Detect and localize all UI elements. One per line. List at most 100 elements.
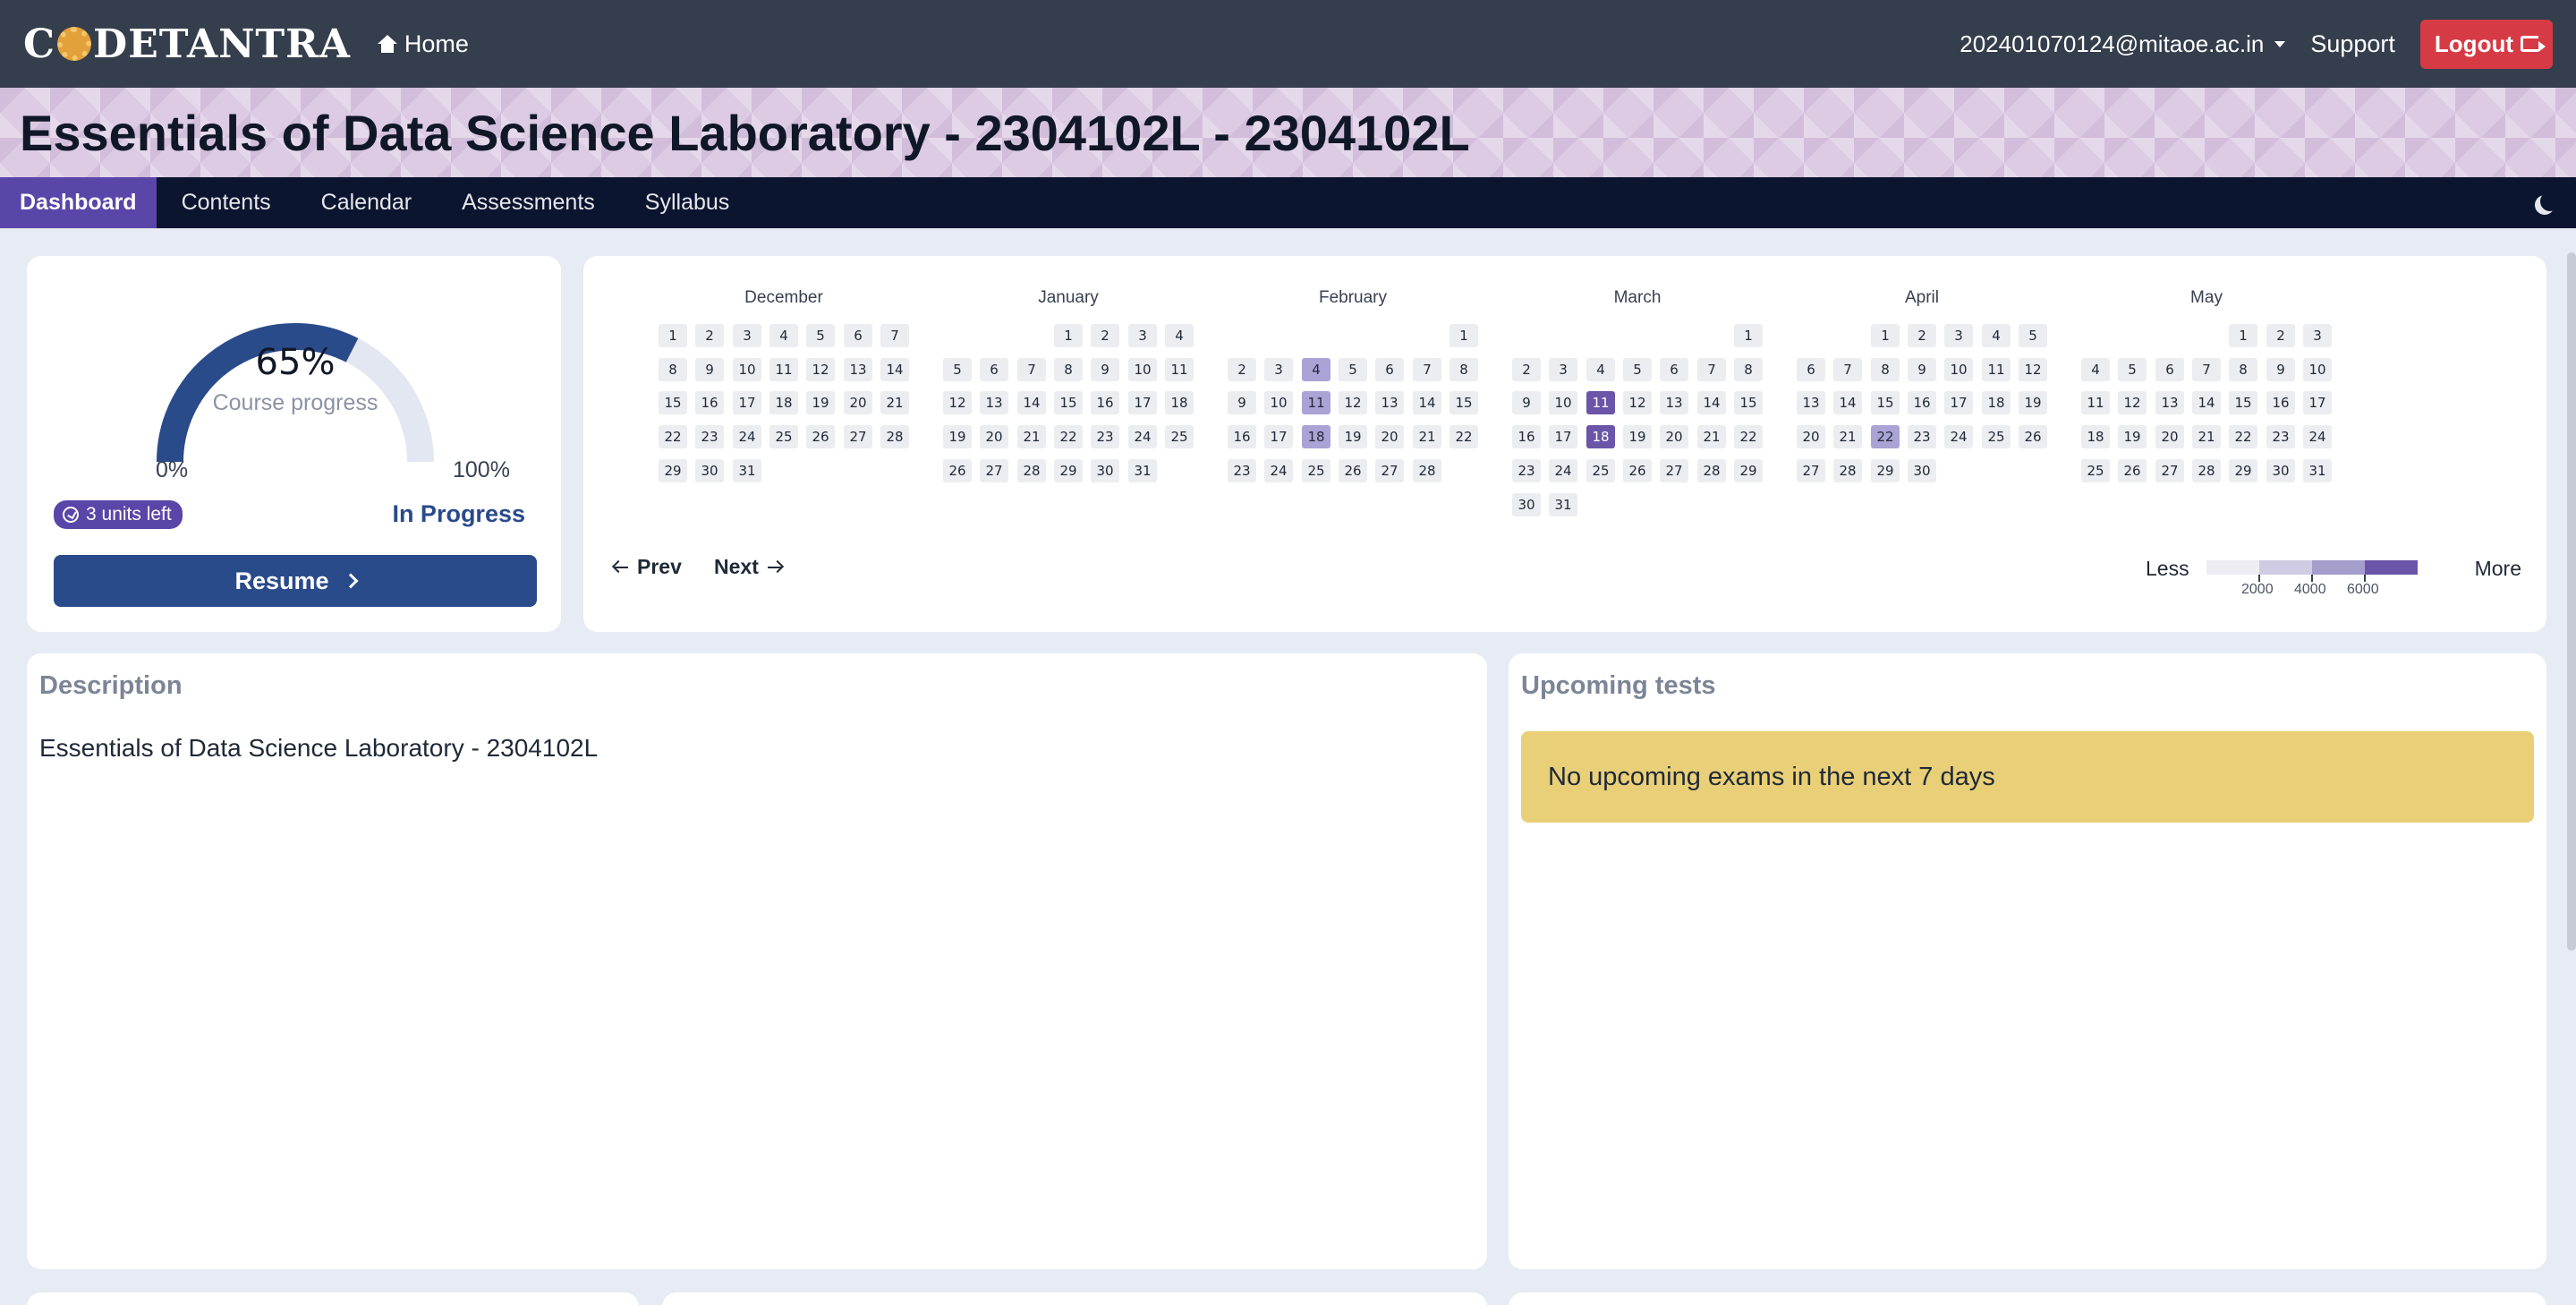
calendar-day[interactable]: 16: [695, 391, 724, 414]
calendar-day[interactable]: 3: [1944, 324, 1973, 347]
calendar-day[interactable]: 17: [1549, 425, 1577, 448]
calendar-day[interactable]: 12: [1623, 391, 1652, 414]
calendar-day[interactable]: 2: [1512, 358, 1541, 381]
calendar-day[interactable]: 8: [659, 358, 687, 381]
calendar-day[interactable]: 10: [1128, 358, 1157, 381]
calendar-day[interactable]: 29: [1054, 459, 1083, 482]
calendar-day[interactable]: 20: [844, 391, 872, 414]
calendar-day[interactable]: 26: [2019, 425, 2047, 448]
calendar-day[interactable]: 7: [2192, 358, 2221, 381]
calendar-day[interactable]: 31: [1549, 493, 1577, 516]
calendar-day[interactable]: 14: [2192, 391, 2221, 414]
calendar-day[interactable]: 16: [1228, 425, 1256, 448]
calendar-day[interactable]: 15: [1734, 391, 1763, 414]
calendar-day[interactable]: 30: [2266, 459, 2295, 482]
calendar-day[interactable]: 10: [733, 358, 761, 381]
calendar-day[interactable]: 20: [1797, 425, 1825, 448]
calendar-day[interactable]: 12: [806, 358, 835, 381]
calendar-day[interactable]: 5: [943, 358, 972, 381]
calendar-day[interactable]: 22: [1734, 425, 1763, 448]
calendar-day[interactable]: 25: [769, 425, 798, 448]
calendar-day[interactable]: 30: [1512, 493, 1541, 516]
calendar-day[interactable]: 1: [1734, 324, 1763, 347]
calendar-day[interactable]: 6: [980, 358, 1008, 381]
calendar-day[interactable]: 10: [1264, 391, 1293, 414]
calendar-day[interactable]: 15: [2229, 391, 2257, 414]
calendar-day[interactable]: 26: [806, 425, 835, 448]
calendar-day[interactable]: 10: [1944, 358, 1973, 381]
calendar-day[interactable]: 8: [1871, 358, 1900, 381]
calendar-day[interactable]: 13: [844, 358, 872, 381]
calendar-day[interactable]: 5: [1339, 358, 1367, 381]
calendar-day[interactable]: 11: [1302, 391, 1331, 414]
calendar-day[interactable]: 30: [1091, 459, 1119, 482]
user-menu-dropdown[interactable]: 202401070124@mitaoe.ac.in: [1960, 30, 2286, 58]
calendar-day[interactable]: 3: [1549, 358, 1577, 381]
calendar-day[interactable]: 6: [2155, 358, 2184, 381]
calendar-day[interactable]: 2: [1091, 324, 1119, 347]
calendar-day[interactable]: 10: [1549, 391, 1577, 414]
calendar-day[interactable]: 2: [1228, 358, 1256, 381]
calendar-day[interactable]: 23: [1091, 425, 1119, 448]
calendar-day[interactable]: 9: [1228, 391, 1256, 414]
calendar-day[interactable]: 15: [659, 391, 687, 414]
home-link[interactable]: Home: [377, 30, 469, 58]
support-link[interactable]: Support: [2310, 30, 2395, 58]
calendar-day[interactable]: 23: [1228, 459, 1256, 482]
calendar-day[interactable]: 19: [2019, 391, 2047, 414]
calendar-day[interactable]: 13: [1660, 391, 1688, 414]
calendar-day[interactable]: 30: [1908, 459, 1936, 482]
calendar-day[interactable]: 23: [2266, 425, 2295, 448]
calendar-day[interactable]: 4: [1302, 358, 1331, 381]
calendar-day[interactable]: 9: [1091, 358, 1119, 381]
calendar-day[interactable]: 24: [1549, 459, 1577, 482]
calendar-day[interactable]: 12: [2118, 391, 2147, 414]
calendar-day[interactable]: 27: [2155, 459, 2184, 482]
resume-button[interactable]: Resume: [54, 555, 537, 607]
calendar-day[interactable]: 25: [1586, 459, 1615, 482]
calendar-day[interactable]: 24: [2303, 425, 2332, 448]
calendar-day[interactable]: 31: [2303, 459, 2332, 482]
calendar-day[interactable]: 2: [695, 324, 724, 347]
calendar-day[interactable]: 21: [1017, 425, 1046, 448]
calendar-day[interactable]: 13: [1375, 391, 1404, 414]
calendar-day[interactable]: 21: [2192, 425, 2221, 448]
tab-dashboard[interactable]: Dashboard: [0, 177, 157, 228]
calendar-day[interactable]: 26: [1339, 459, 1367, 482]
calendar-day[interactable]: 2: [2266, 324, 2295, 347]
calendar-day[interactable]: 10: [2303, 358, 2332, 381]
calendar-day[interactable]: 6: [1660, 358, 1688, 381]
prev-button[interactable]: Prev: [614, 555, 682, 579]
calendar-day[interactable]: 3: [2303, 324, 2332, 347]
calendar-day[interactable]: 20: [2155, 425, 2184, 448]
calendar-day[interactable]: 17: [1944, 391, 1973, 414]
calendar-day[interactable]: 21: [1413, 425, 1441, 448]
calendar-day[interactable]: 7: [1833, 358, 1862, 381]
calendar-day[interactable]: 4: [1982, 324, 2011, 347]
calendar-day[interactable]: 11: [1982, 358, 2011, 381]
calendar-day[interactable]: 23: [695, 425, 724, 448]
calendar-day[interactable]: 18: [1586, 425, 1615, 448]
calendar-day[interactable]: 23: [1512, 459, 1541, 482]
calendar-day[interactable]: 22: [1450, 425, 1478, 448]
calendar-day[interactable]: 8: [1450, 358, 1478, 381]
calendar-day[interactable]: 18: [1165, 391, 1194, 414]
page-scrollbar[interactable]: [2567, 252, 2576, 951]
calendar-day[interactable]: 31: [1128, 459, 1157, 482]
calendar-day[interactable]: 4: [1165, 324, 1194, 347]
calendar-day[interactable]: 9: [695, 358, 724, 381]
calendar-day[interactable]: 23: [1908, 425, 1936, 448]
calendar-day[interactable]: 4: [1586, 358, 1615, 381]
calendar-day[interactable]: 18: [1982, 391, 2011, 414]
calendar-day[interactable]: 13: [980, 391, 1008, 414]
calendar-day[interactable]: 4: [769, 324, 798, 347]
calendar-day[interactable]: 6: [844, 324, 872, 347]
calendar-day[interactable]: 1: [1450, 324, 1478, 347]
calendar-day[interactable]: 30: [695, 459, 724, 482]
calendar-day[interactable]: 16: [1908, 391, 1936, 414]
calendar-day[interactable]: 6: [1797, 358, 1825, 381]
calendar-day[interactable]: 8: [1054, 358, 1083, 381]
calendar-day[interactable]: 15: [1054, 391, 1083, 414]
calendar-day[interactable]: 9: [1512, 391, 1541, 414]
tab-syllabus[interactable]: Syllabus: [620, 177, 755, 228]
